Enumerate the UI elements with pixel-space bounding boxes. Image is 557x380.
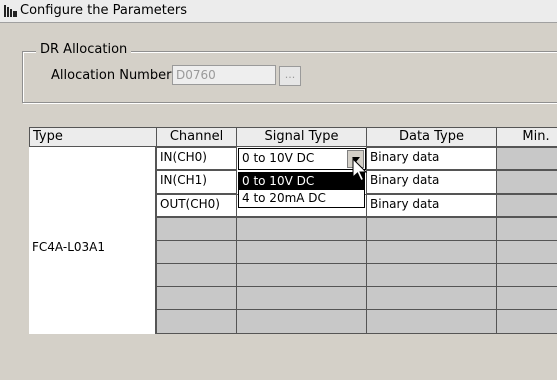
header-type[interactable]: Type <box>29 127 157 147</box>
empty-cell <box>366 240 497 264</box>
allocation-browse-button[interactable]: ... <box>279 66 301 86</box>
empty-cell <box>236 217 367 241</box>
empty-cell <box>236 263 367 287</box>
dr-allocation-label: DR Allocation <box>36 42 132 57</box>
empty-cell <box>496 286 557 310</box>
allocation-number-field[interactable]: D0760 <box>172 65 276 85</box>
empty-cell <box>496 263 557 287</box>
min-cell[interactable] <box>496 170 557 194</box>
min-cell[interactable] <box>496 147 557 170</box>
empty-cell <box>156 309 237 334</box>
empty-cell <box>236 309 367 334</box>
channel-cell[interactable]: IN(CH0) <box>156 147 237 170</box>
header-channel[interactable]: Channel <box>156 127 237 147</box>
title-bar: Configure the Parameters <box>0 0 557 23</box>
empty-cell <box>496 240 557 264</box>
empty-cell <box>236 286 367 310</box>
header-min[interactable]: Min. <box>496 127 557 147</box>
signal-type-selected-value: 0 to 10V DC <box>242 151 315 165</box>
window-title: Configure the Parameters <box>20 3 188 18</box>
empty-cell <box>156 286 237 310</box>
header-signal-type[interactable]: Signal Type <box>236 127 367 147</box>
app-icon <box>4 5 17 17</box>
header-data-type[interactable]: Data Type <box>366 127 497 147</box>
dropdown-option[interactable]: 0 to 10V DC <box>239 173 364 190</box>
empty-cell <box>156 263 237 287</box>
min-cell[interactable] <box>496 194 557 217</box>
empty-cell <box>366 309 497 334</box>
empty-cell <box>156 217 237 241</box>
empty-cell <box>366 217 497 241</box>
empty-cell <box>366 286 497 310</box>
data-type-cell[interactable]: Binary data <box>366 194 497 217</box>
mouse-pointer-icon <box>352 158 368 182</box>
type-value: FC4A-L03A1 <box>32 240 105 254</box>
signal-type-select[interactable]: 0 to 10V DC <box>238 148 366 170</box>
data-type-cell[interactable]: Binary data <box>366 170 497 194</box>
allocation-number-label: Allocation Number <box>51 68 172 83</box>
data-type-cell[interactable]: Binary data <box>366 147 497 170</box>
empty-cell <box>496 217 557 241</box>
empty-cell <box>496 309 557 334</box>
empty-cell <box>366 263 497 287</box>
signal-type-dropdown-list: 0 to 10V DC 4 to 20mA DC <box>238 172 365 208</box>
dropdown-option[interactable]: 4 to 20mA DC <box>239 190 364 207</box>
type-cell[interactable]: FC4A-L03A1 <box>29 147 156 334</box>
channel-cell[interactable]: OUT(CH0) <box>156 194 237 217</box>
channel-cell[interactable]: IN(CH1) <box>156 170 237 194</box>
empty-cell <box>236 240 367 264</box>
empty-cell <box>156 240 237 264</box>
